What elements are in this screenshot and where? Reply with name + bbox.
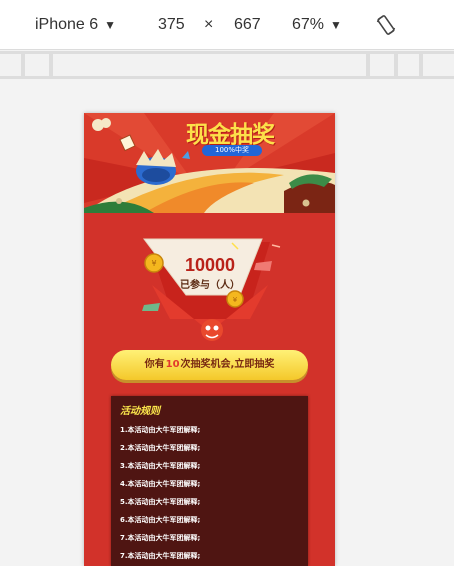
rule-item: 1.本活动由大牛军团解释; [120,426,201,434]
rotate-icon [376,15,396,35]
ruler-segment[interactable] [370,54,394,76]
rule-item: 7.本活动由大牛军团解释; [120,552,201,560]
ruler-segment[interactable] [0,54,21,76]
rule-item: 5.本活动由大牛军团解释; [120,498,201,506]
ruler-segment[interactable] [53,54,366,76]
height-input[interactable]: 667 [234,0,261,50]
lottery-illustration: ¥ ¥ [142,238,281,341]
width-input[interactable]: 375 [158,0,185,50]
ruler-segment[interactable] [25,54,49,76]
device-toolbar: iPhone 6 ▼ 375 × 667 67% ▼ [0,0,454,50]
banner-title: 现金抽奖 [186,121,275,147]
rule-item: 4.本活动由大牛军团解释; [120,480,201,488]
ruler-segment[interactable] [423,54,454,76]
rule-item: 3.本活动由大牛军团解释; [120,462,201,470]
participant-count: 10000 [184,255,236,275]
caret-down-icon: ▼ [330,18,342,32]
rule-item: 2.本活动由大牛军团解释; [120,444,201,452]
svg-text:¥: ¥ [233,296,238,304]
rules-title: 活动规则 [120,406,160,417]
caret-down-icon: ▼ [104,18,117,32]
svg-text:¥: ¥ [151,259,156,268]
rotate-button[interactable] [374,13,398,37]
banner-badge: 100%中奖 [202,145,262,156]
device-label: iPhone 6 [35,16,99,33]
cta-prefix: 你有 [144,359,165,370]
header-banner: 现金抽奖 100%中奖 [84,113,335,213]
ruler-segment[interactable] [398,54,419,76]
mobile-viewport: 现金抽奖 100%中奖 ¥ ¥ 10000 已参与（人） 你有10次抽奖机会,立… [84,113,335,566]
rules-panel: 活动规则 1.本活动由大牛军团解释; 2.本活动由大牛军团解释; 3.本活动由大… [111,396,308,566]
participant-label: 已参与（人） [180,280,240,291]
media-query-bar[interactable] [0,51,454,79]
cta-suffix: 次抽奖机会,立即抽奖 [180,359,275,370]
zoom-select[interactable]: 67% ▼ [292,0,342,50]
cta-chances: 10 [165,359,180,370]
zoom-label: 67% [292,16,325,33]
times-symbol: × [204,16,214,33]
rule-item: 6.本活动由大牛军团解释; [120,516,201,524]
rule-item: 7.本活动由大牛军团解释; [120,534,201,542]
draw-lottery-button[interactable]: 你有10次抽奖机会,立即抽奖 [111,350,308,380]
device-select[interactable]: iPhone 6 ▼ [35,0,116,50]
